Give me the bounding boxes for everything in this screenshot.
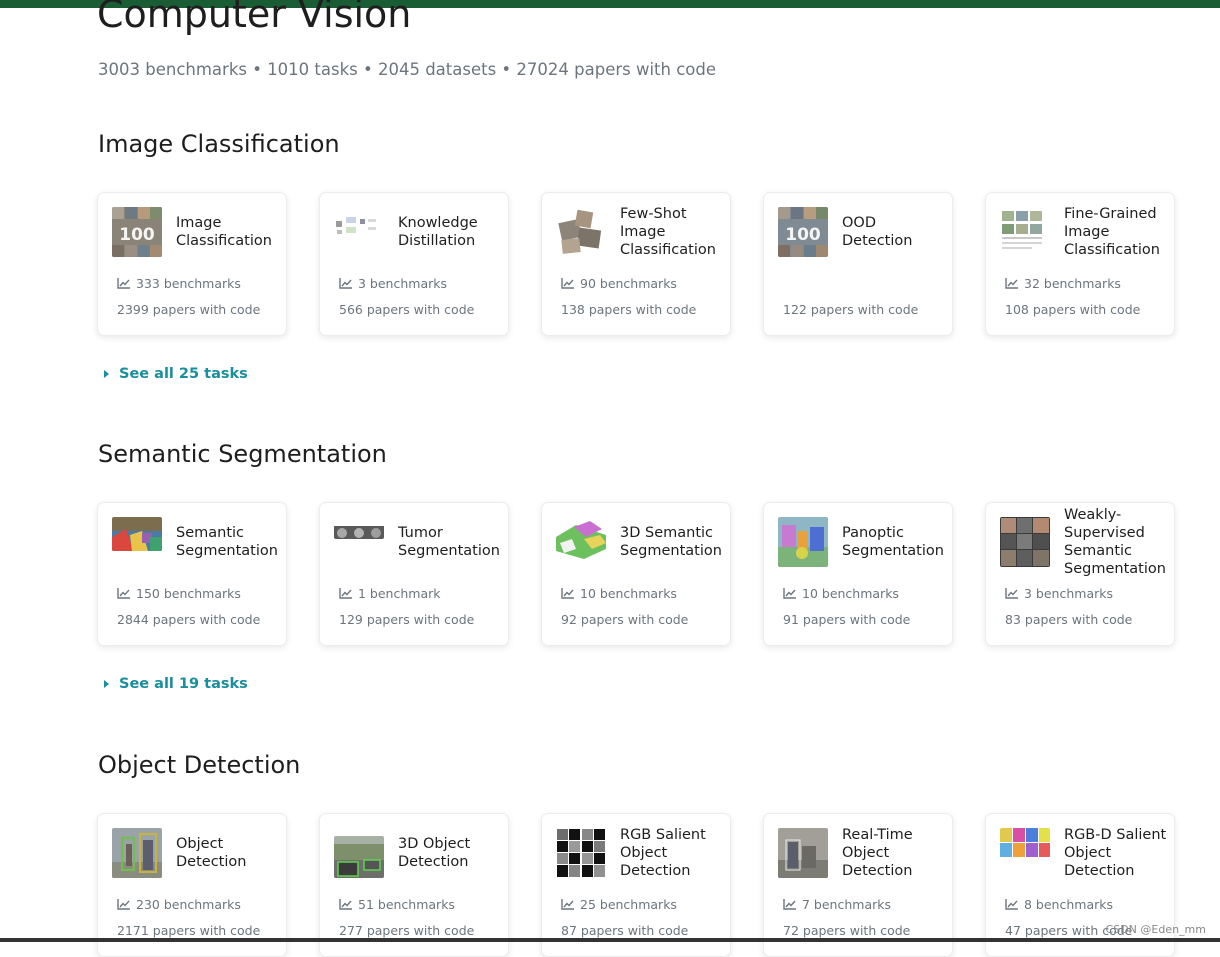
benchmark-count: 7 benchmarks [783,897,891,912]
svg-text:100: 100 [785,225,821,245]
task-thumbnail [556,207,606,257]
task-thumbnail [556,517,606,559]
benchmark-count: 25 benchmarks [561,897,677,912]
task-thumbnail [112,517,162,551]
benchmark-count: 10 benchmarks [561,586,677,601]
task-title: Semantic Segmentation [176,525,278,559]
benchmark-count: 3 benchmarks [339,276,447,291]
line-chart-icon [339,278,352,289]
papers-count: 83 papers with code [1005,612,1133,627]
task-card[interactable]: 100 OOD Detection 122 papers with code [763,192,953,336]
task-thumbnail [334,525,384,539]
watermark: CSDN @Eden_mm [1105,923,1206,936]
task-thumbnail [1000,207,1050,257]
line-chart-icon [1005,588,1018,599]
task-title: Real-Time Object Detection [842,827,913,879]
task-card[interactable]: Weakly-Supervised Semantic Segmentation … [985,502,1175,646]
section-title[interactable]: Semantic Segmentation [98,440,387,468]
line-chart-icon [339,588,352,599]
task-card[interactable]: Semantic Segmentation 150 benchmarks 284… [97,502,287,646]
task-title: Object Detection [176,836,247,870]
task-title: Panoptic Segmentation [842,525,944,559]
see-all-tasks-link[interactable]: See all 19 tasks [104,676,248,692]
line-chart-icon [561,588,574,599]
task-title: 3D Semantic Segmentation [620,525,722,559]
bottom-bar [0,938,1220,942]
papers-count: 2844 papers with code [117,612,261,627]
task-thumbnail [1000,828,1050,858]
task-card[interactable]: Fine-Grained Image Classification 32 ben… [985,192,1175,336]
benchmark-count: 90 benchmarks [561,276,677,291]
benchmark-count: 3 benchmarks [1005,586,1113,601]
benchmark-count: 10 benchmarks [783,586,899,601]
task-title: Image Classification [176,215,272,249]
papers-count: 122 papers with code [783,302,919,317]
benchmark-count: 333 benchmarks [117,276,241,291]
task-thumbnail [112,828,162,878]
section-title[interactable]: Object Detection [98,751,300,779]
papers-count: 87 papers with code [561,923,689,938]
task-title: RGB-D Salient Object Detection [1064,827,1167,879]
papers-count: 2399 papers with code [117,302,261,317]
task-thumbnail [778,517,828,567]
line-chart-icon [117,278,130,289]
task-title: Weakly-Supervised Semantic Segmentation [1064,507,1166,577]
task-card[interactable]: RGB Salient Object Detection 25 benchmar… [541,813,731,957]
benchmark-count: 1 benchmark [339,586,440,601]
papers-count: 277 papers with code [339,923,475,938]
task-card[interactable]: 100 Image Classification 333 benchmarks … [97,192,287,336]
papers-count: 72 papers with code [783,923,911,938]
caret-right-icon [104,370,109,378]
task-card[interactable]: 3D Semantic Segmentation 10 benchmarks 9… [541,502,731,646]
benchmark-count: 150 benchmarks [117,586,241,601]
page-title: Computer Vision [97,0,412,36]
task-card[interactable]: Tumor Segmentation 1 benchmark 129 paper… [319,502,509,646]
papers-count: 108 papers with code [1005,302,1141,317]
benchmark-count: 230 benchmarks [117,897,241,912]
papers-count: 129 papers with code [339,612,475,627]
task-title: Knowledge Distillation [398,215,478,249]
papers-count: 2171 papers with code [117,923,261,938]
papers-count: 92 papers with code [561,612,689,627]
task-title: RGB Salient Object Detection [620,827,706,879]
see-all-tasks-link[interactable]: See all 25 tasks [104,366,248,382]
svg-text:100: 100 [119,225,155,245]
task-thumbnail: 100 [112,207,162,257]
task-title: OOD Detection [842,215,913,249]
papers-count: 138 papers with code [561,302,697,317]
task-title: Tumor Segmentation [398,525,500,559]
line-chart-icon [561,899,574,910]
task-title: Few-Shot Image Classification [620,206,716,258]
task-title: 3D Object Detection [398,836,471,870]
papers-count: 91 papers with code [783,612,911,627]
line-chart-icon [339,899,352,910]
task-card[interactable]: Panoptic Segmentation 10 benchmarks 91 p… [763,502,953,646]
line-chart-icon [117,588,130,599]
line-chart-icon [117,899,130,910]
task-thumbnail [778,828,828,878]
benchmark-count: 8 benchmarks [1005,897,1113,912]
task-card[interactable]: Real-Time Object Detection 7 benchmarks … [763,813,953,957]
task-thumbnail [334,836,384,878]
task-card[interactable]: Few-Shot Image Classification 90 benchma… [541,192,731,336]
task-title: Fine-Grained Image Classification [1064,206,1160,258]
line-chart-icon [1005,899,1018,910]
task-thumbnail [556,828,606,878]
section-title[interactable]: Image Classification [98,130,340,158]
page-stats: 3003 benchmarks • 1010 tasks • 2045 data… [98,60,717,79]
task-thumbnail [1000,517,1050,567]
line-chart-icon [561,278,574,289]
line-chart-icon [783,899,796,910]
line-chart-icon [783,588,796,599]
task-card[interactable]: Knowledge Distillation 3 benchmarks 566 … [319,192,509,336]
task-card[interactable]: Object Detection 230 benchmarks 2171 pap… [97,813,287,957]
papers-count: 566 papers with code [339,302,475,317]
caret-right-icon [104,680,109,688]
task-card[interactable]: 3D Object Detection 51 benchmarks 277 pa… [319,813,509,957]
benchmark-count: 51 benchmarks [339,897,455,912]
benchmark-count: 32 benchmarks [1005,276,1121,291]
line-chart-icon [1005,278,1018,289]
task-thumbnail: 100 [778,207,828,257]
task-thumbnail [334,215,384,239]
